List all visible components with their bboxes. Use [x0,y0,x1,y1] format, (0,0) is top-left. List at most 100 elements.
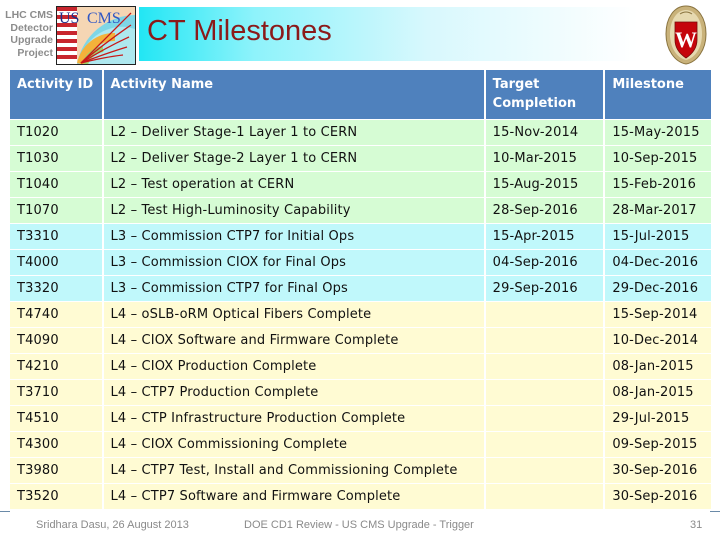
uscms-logo-icon: US CMS [57,7,135,64]
cell-activity-id: T4090 [10,328,102,353]
project-label-line: LHC CMS [5,9,53,21]
cell-activity-id: T3980 [10,458,102,483]
cell-target-completion: 28-Sep-2016 [485,198,604,223]
cell-activity-id: T1070 [10,198,102,223]
cell-milestone: 08-Jan-2015 [605,380,711,405]
cell-target-completion [485,380,604,405]
cell-activity-id: T4740 [10,302,102,327]
cell-activity-id: T4210 [10,354,102,379]
footer-rule [0,511,10,512]
project-label-line: Project [17,46,53,59]
column-header-activity-name: Activity Name [103,70,484,119]
table-row: T3520 L4 – CTP7 Software and Firmware Com… [10,484,711,509]
table-body: T1020 L2 – Deliver Stage-1 Layer 1 to CER… [10,120,711,509]
milestones-table-container: Activity ID Activity Name Target Complet… [10,70,711,510]
cell-activity-name: L4 – CTP7 Test, Install and Commissionin… [103,458,484,483]
cell-activity-id: T1020 [10,120,102,145]
footer-event: DOE CD1 Review - US CMS Upgrade - Trigge… [244,519,474,531]
page-title: CT Milestones [147,15,332,47]
cell-target-completion [485,458,604,483]
cell-activity-id: T1030 [10,146,102,171]
cell-activity-name: L4 – CIOX Production Complete [103,354,484,379]
cell-activity-id: T4510 [10,406,102,431]
cell-milestone: 15-Sep-2014 [605,302,711,327]
cell-activity-name: L4 – CTP7 Software and Firmware Complete [103,484,484,509]
cell-activity-name: L4 – CTP7 Production Complete [103,380,484,405]
cell-milestone: 30-Sep-2016 [605,458,711,483]
table-row: T4000 L3 – Commission CIOX for Final Ops 0… [10,250,711,275]
cell-target-completion [485,354,604,379]
cell-activity-name: L2 – Deliver Stage-2 Layer 1 to CERN [103,146,484,171]
cell-milestone: 10-Dec-2014 [605,328,711,353]
table-row: T1030 L2 – Deliver Stage-2 Layer 1 to CER… [10,146,711,171]
column-header-activity-id: Activity ID [10,70,102,119]
svg-text:US: US [59,10,79,27]
cell-target-completion [485,302,604,327]
cell-activity-id: T3710 [10,380,102,405]
cell-activity-name: L2 – Test operation at CERN [103,172,484,197]
cell-activity-name: L4 – CTP Infrastructure Production Compl… [103,406,484,431]
cell-target-completion: 15-Aug-2015 [485,172,604,197]
cell-activity-name: L4 – CIOX Software and Firmware Complete [103,328,484,353]
cell-milestone: 15-Feb-2016 [605,172,711,197]
table-row: T1040 L2 – Test operation at CERN 15-Aug-2… [10,172,711,197]
cell-activity-name: L2 – Deliver Stage-1 Layer 1 to CERN [103,120,484,145]
cell-activity-id: T1040 [10,172,102,197]
cell-milestone: 29-Dec-2016 [605,276,711,301]
cell-milestone: 15-May-2015 [605,120,711,145]
table-row: T3710 L4 – CTP7 Production Complete 08-Jan… [10,380,711,405]
cell-target-completion: 10-Mar-2015 [485,146,604,171]
table-row: T4740 L4 – oSLB-oRM Optical Fibers Comple… [10,302,711,327]
cell-activity-id: T3320 [10,276,102,301]
cell-milestone: 29-Jul-2015 [605,406,711,431]
cell-target-completion: 15-Nov-2014 [485,120,604,145]
project-label: LHC CMS Detector Upgrade Project [0,9,53,59]
table-row: T1020 L2 – Deliver Stage-1 Layer 1 to CER… [10,120,711,145]
cell-activity-id: T3520 [10,484,102,509]
cell-activity-id: T3310 [10,224,102,249]
table-header-row: Activity ID Activity Name Target Complet… [10,70,711,119]
table-row: T3980 L4 – CTP7 Test, Install and Commiss… [10,458,711,483]
cell-activity-name: L3 – Commission CIOX for Final Ops [103,250,484,275]
cell-milestone: 10-Sep-2015 [605,146,711,171]
project-label-line: Detector [10,21,53,34]
table-row: T1070 L2 – Test High-Luminosity Capabilit… [10,198,711,223]
uw-crest-icon: W [665,5,707,65]
cell-activity-name: L2 – Test High-Luminosity Capability [103,198,484,223]
title-banner: CT Milestones [139,7,664,61]
milestones-table: Activity ID Activity Name Target Complet… [8,69,713,510]
cell-target-completion: 15-Apr-2015 [485,224,604,249]
cell-target-completion [485,328,604,353]
cell-target-completion [485,406,604,431]
cell-activity-id: T4300 [10,432,102,457]
project-label-line: Upgrade [10,34,53,46]
cell-activity-name: L3 – Commission CTP7 for Final Ops [103,276,484,301]
page-number: 31 [690,519,703,531]
footer-rule [710,511,720,512]
column-header-target-completion: Target Completion [485,70,604,119]
cell-activity-name: L4 – CIOX Commissioning Complete [103,432,484,457]
cell-milestone: 15-Jul-2015 [605,224,711,249]
cell-target-completion [485,484,604,509]
cell-target-completion [485,432,604,457]
cell-milestone: 28-Mar-2017 [605,198,711,223]
cell-activity-name: L3 – Commission CTP7 for Initial Ops [103,224,484,249]
cell-activity-name: L4 – oSLB-oRM Optical Fibers Complete [103,302,484,327]
table-row: T4510 L4 – CTP Infrastructure Production … [10,406,711,431]
cell-activity-id: T4000 [10,250,102,275]
cell-milestone: 09-Sep-2015 [605,432,711,457]
cell-target-completion: 29-Sep-2016 [485,276,604,301]
cell-milestone: 08-Jan-2015 [605,354,711,379]
table-row: T3320 L3 – Commission CTP7 for Final Ops 2… [10,276,711,301]
svg-text:CMS: CMS [87,10,121,27]
table-row: T4210 L4 – CIOX Production Complete 08-Jan… [10,354,711,379]
column-header-milestone: Milestone [605,70,711,119]
svg-text:W: W [675,27,697,52]
table-row: T4300 L4 – CIOX Commissioning Complete 09-… [10,432,711,457]
cell-milestone: 30-Sep-2016 [605,484,711,509]
table-row: T4090 L4 – CIOX Software and Firmware Com… [10,328,711,353]
cell-target-completion: 04-Sep-2016 [485,250,604,275]
table-row: T3310 L3 – Commission CTP7 for Initial Op… [10,224,711,249]
footer-author-date: Sridhara Dasu, 26 August 2013 [36,519,189,531]
cell-milestone: 04-Dec-2016 [605,250,711,275]
